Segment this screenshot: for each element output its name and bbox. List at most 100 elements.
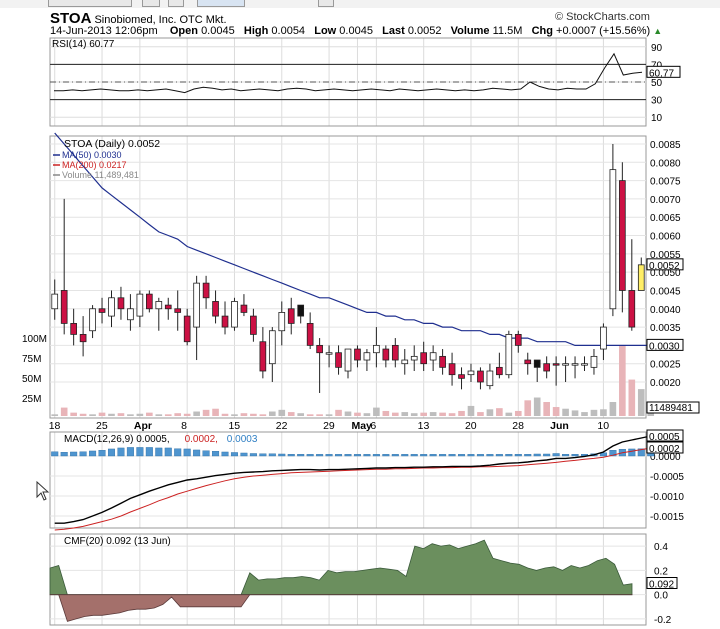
macd-histogram-bar bbox=[552, 453, 560, 457]
macd-histogram-bar bbox=[278, 453, 286, 457]
macd-tick-label: -0.0010 bbox=[650, 492, 684, 503]
volume-bar bbox=[410, 413, 418, 416]
volume-bar bbox=[287, 412, 295, 416]
candle-body bbox=[354, 348, 361, 361]
macd-histogram-bar bbox=[458, 454, 466, 457]
candle-body bbox=[287, 308, 295, 324]
macd-histogram-bar bbox=[98, 450, 106, 457]
candle-body bbox=[89, 308, 96, 332]
price-tick-label: 0.0025 bbox=[650, 360, 681, 371]
macd-histogram-bar bbox=[107, 448, 116, 457]
volume-bar bbox=[51, 414, 59, 416]
macd-flag: 0.0005 bbox=[649, 432, 680, 443]
volume-bar bbox=[335, 409, 342, 416]
volume-bar bbox=[562, 408, 569, 416]
candle-body bbox=[505, 333, 513, 376]
candle-body bbox=[60, 290, 68, 324]
macd-histogram-bar bbox=[221, 451, 229, 457]
macd-histogram-bar bbox=[476, 454, 484, 457]
candle-body bbox=[373, 344, 380, 354]
volume-bar bbox=[212, 408, 219, 416]
macd-histogram-bar bbox=[448, 454, 456, 457]
cmf-tick-label: -0.2 bbox=[654, 615, 672, 626]
candle-body bbox=[448, 363, 456, 376]
volume-bar bbox=[70, 412, 77, 416]
volume-bar bbox=[155, 414, 163, 416]
price-tick-label: 0.0060 bbox=[650, 232, 681, 243]
volume-bar bbox=[240, 413, 248, 416]
macd-flag: 0.0002 bbox=[649, 444, 680, 455]
macd-histogram-bar bbox=[164, 447, 172, 457]
macd-histogram-bar bbox=[495, 454, 503, 457]
candle-body bbox=[278, 312, 286, 332]
volume-bar bbox=[619, 346, 626, 416]
candle-body bbox=[609, 169, 617, 310]
macd-tick-label: -0.0005 bbox=[650, 472, 684, 483]
macd-histogram-bar bbox=[562, 454, 570, 457]
candle-body bbox=[344, 348, 352, 372]
macd-histogram-bar bbox=[249, 453, 257, 457]
macd-histogram-bar bbox=[174, 448, 182, 457]
volume-bar bbox=[108, 413, 115, 416]
candle-body bbox=[164, 304, 172, 310]
price-tick-label: 0.0040 bbox=[650, 305, 681, 316]
price-tick-label: 0.0070 bbox=[650, 195, 681, 206]
macd-histogram-bar bbox=[372, 454, 380, 457]
candle-body bbox=[155, 301, 163, 310]
macd-histogram-bar bbox=[259, 453, 267, 457]
macd-histogram-bar bbox=[571, 454, 579, 457]
volume-bar bbox=[79, 413, 87, 416]
candle-body bbox=[590, 355, 598, 368]
volume-bar bbox=[429, 412, 437, 416]
macd-histogram-bar bbox=[533, 453, 541, 457]
x-tick-label: 15 bbox=[228, 420, 240, 432]
x-tick-label: 8 bbox=[181, 420, 187, 432]
macd-histogram-bar bbox=[543, 453, 551, 457]
macd-histogram-bar bbox=[524, 454, 532, 457]
price-tick-label: 0.0020 bbox=[650, 378, 681, 389]
mouse-cursor-icon bbox=[36, 481, 50, 501]
macd-histogram-bar bbox=[202, 450, 210, 457]
volume-bar bbox=[183, 413, 191, 416]
volume-bar bbox=[609, 402, 617, 416]
volume-bar bbox=[297, 413, 305, 416]
candle-body bbox=[467, 370, 475, 376]
cmf-title: CMF(20) 0.092 (13 Jun) bbox=[64, 536, 171, 547]
macd-legend-label: 0.0002, bbox=[185, 434, 218, 445]
candle-body bbox=[335, 352, 342, 368]
candle-body bbox=[571, 363, 579, 366]
volume-bar bbox=[146, 412, 153, 416]
cmf-tick-label: 0.4 bbox=[654, 542, 668, 553]
candle-body bbox=[202, 282, 210, 299]
volume-bar bbox=[259, 414, 267, 416]
stock-chart[interactable]: 9070503010RSI(14) 60.7760.770.00850.0080… bbox=[0, 0, 720, 629]
macd-histogram-bar bbox=[297, 454, 305, 457]
macd-histogram-bar bbox=[382, 454, 390, 457]
candle-body bbox=[79, 333, 87, 343]
volume-bar bbox=[127, 414, 134, 416]
candle-body bbox=[363, 352, 371, 361]
volume-bar bbox=[250, 413, 257, 416]
volume-bar bbox=[89, 414, 96, 416]
price-tick-label: 0.0045 bbox=[650, 286, 681, 297]
volume-bar bbox=[439, 412, 446, 416]
volume-bar bbox=[628, 379, 636, 416]
macd-histogram-bar bbox=[429, 454, 437, 457]
macd-legend-label: 0.0003 bbox=[227, 434, 258, 445]
volume-bar bbox=[533, 397, 541, 416]
price-title: STOA (Daily) 0.0052 bbox=[64, 138, 160, 150]
candle-body bbox=[477, 370, 484, 383]
x-tick-label: 10 bbox=[597, 420, 609, 432]
x-tick-label: 22 bbox=[276, 420, 288, 432]
volume-tick-label: 50M bbox=[22, 374, 41, 385]
macd-histogram-bar bbox=[363, 454, 371, 457]
rsi-tick-label: 90 bbox=[651, 43, 663, 54]
macd-histogram-bar bbox=[145, 447, 153, 457]
candle-body bbox=[259, 341, 267, 372]
cmf-flag: 0.092 bbox=[649, 580, 674, 591]
candle-body bbox=[108, 297, 115, 317]
macd-histogram-bar bbox=[60, 452, 68, 457]
candle-body bbox=[524, 359, 532, 365]
candle-body bbox=[401, 359, 409, 365]
candle-body bbox=[552, 363, 560, 366]
